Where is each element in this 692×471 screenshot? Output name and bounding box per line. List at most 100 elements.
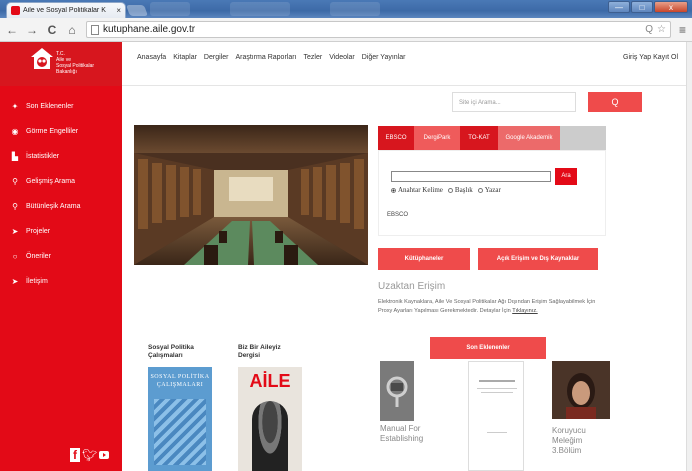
back-button[interactable]: ← (6, 23, 18, 37)
sidebar-item-label: Bütünleşik Arama (26, 203, 81, 210)
reload-button[interactable]: C (46, 23, 58, 37)
sidebar-item-label: İstatistikler (26, 153, 60, 160)
sidebar-item-gorme-engelliler[interactable]: ◉ Görme Engelliler (0, 119, 122, 144)
site-search-button[interactable]: Q (588, 92, 642, 112)
sidebar-item-gelismis-arama[interactable]: ⚲ Gelişmiş Arama (0, 169, 122, 194)
tab-ebsco[interactable]: EBSCO (378, 126, 414, 150)
favicon-icon (11, 6, 20, 15)
radio-label: Yazar (484, 186, 501, 194)
remote-access-body: Elektronik Kaynaklara, Aile Ve Sosyal Po… (378, 299, 596, 314)
search-icon: ⚲ (12, 202, 18, 211)
sidebar-item-iletisim[interactable]: ➤ İletişim (0, 269, 122, 294)
sidebar-item-oneriler[interactable]: ○ Öneriler (0, 244, 122, 269)
search-type-radios: Anahtar Kelime Başlık Yazar (391, 186, 501, 194)
nav-videolar[interactable]: Videolar (329, 54, 355, 61)
forward-button[interactable]: → (26, 23, 38, 37)
radio-yazar[interactable]: Yazar (477, 186, 501, 194)
login-register-link[interactable]: Giriş Yap Kayıt Ol (623, 54, 678, 61)
libraries-button[interactable]: Kütüphaneler (378, 248, 470, 270)
recent-item-cover[interactable] (468, 361, 524, 471)
publication-title[interactable]: Biz Bir Aileyiz Dergisi (238, 344, 298, 360)
publication-title[interactable]: Sosyal Politika Çalışmaları (148, 344, 218, 360)
ebsco-search-button[interactable]: Ara (555, 168, 577, 185)
recent-item-cover[interactable] (380, 361, 414, 421)
star-icon: ✦ (11, 102, 19, 111)
radio-baslik[interactable]: Başlık (447, 186, 473, 194)
maximize-button[interactable]: □ (631, 1, 653, 13)
radio-anahtar-kelime[interactable]: Anahtar Kelime (391, 186, 443, 194)
ebsco-search-panel: Ara Anahtar Kelime Başlık Yazar EBSCO (378, 150, 606, 236)
site-search-input[interactable]: Site içi Arama... (452, 92, 576, 112)
open-access-button[interactable]: Açık Erişim ve Dış Kaynaklar (478, 248, 598, 270)
publication-cover[interactable]: SOSYAL POLİTİKA ÇALIŞMALARI (148, 367, 212, 471)
cover-art (154, 399, 206, 465)
nav-diger-yayinlar[interactable]: Diğer Yayınlar (362, 54, 406, 61)
nav-tezler[interactable]: Tezler (304, 54, 323, 61)
tab-google-akademik[interactable]: Google Akademik (498, 126, 560, 150)
zoom-icon[interactable]: Q (645, 24, 653, 35)
top-navigation: Anasayfa Kitaplar Dergiler Araştırma Rap… (137, 54, 405, 61)
tab-close-icon[interactable]: × (116, 6, 121, 15)
twitter-icon[interactable]: 🐦︎ (82, 448, 97, 462)
new-tab-button[interactable] (125, 5, 149, 16)
remote-access-link[interactable]: Tıklayınız. (512, 308, 538, 314)
tab-to-kat[interactable]: TO-KAT (460, 126, 498, 150)
publication-cover[interactable]: AİLE (238, 367, 302, 471)
tab-title: Aile ve Sosyal Politikalar K (23, 7, 106, 14)
sidebar: ✦ Son Eklenenler ◉ Görme Engelliler ▙ İstat… (0, 86, 122, 471)
speech-bubble-icon: ○ (12, 252, 18, 261)
background-blur (330, 2, 380, 16)
recent-item-cover[interactable] (552, 361, 610, 419)
url-text[interactable]: kutuphane.aile.gov.tr (103, 24, 641, 35)
window-controls: — □ x (608, 1, 688, 13)
recent-item-caption[interactable]: Koruyucu Meleğim 3.Bölüm (552, 426, 612, 456)
facebook-icon[interactable]: f (70, 448, 80, 462)
document-line (477, 388, 517, 389)
logo[interactable]: T.C. Aile ve Sosyal Politikalar Bakanlığ… (0, 42, 122, 86)
library-hall-image (134, 125, 368, 265)
vertical-scrollbar[interactable] (686, 42, 692, 471)
sidebar-item-label: Öneriler (26, 253, 51, 260)
document-line (481, 392, 513, 393)
bookmark-star-icon[interactable]: ☆ (657, 24, 666, 35)
radio-label: Anahtar Kelime (398, 186, 443, 194)
browser-menu-icon[interactable]: ≡ (679, 23, 686, 37)
sidebar-item-label: Gelişmiş Arama (26, 178, 76, 185)
sidebar-item-label: İletişim (26, 278, 48, 285)
recent-additions-button[interactable]: Son Eklenenler (430, 337, 546, 359)
logo-text: T.C. Aile ve Sosyal Politikalar Bakanlığ… (56, 51, 94, 75)
sidebar-item-istatistikler[interactable]: ▙ İstatistikler (0, 144, 122, 169)
sidebar-item-projeler[interactable]: ➤ Projeler (0, 219, 122, 244)
minimize-button[interactable]: — (608, 1, 630, 13)
page-icon (91, 24, 99, 35)
social-links: f 🐦︎ (70, 448, 110, 462)
sidebar-item-label: Son Eklenenler (26, 103, 74, 110)
document-line (479, 380, 515, 382)
youtube-icon[interactable] (99, 451, 110, 459)
ministry-logo-icon (31, 48, 53, 69)
background-blur (150, 2, 190, 16)
ebsco-search-input[interactable] (391, 171, 551, 182)
sidebar-item-butunlesik-arama[interactable]: ⚲ Bütünleşik Arama (0, 194, 122, 219)
send-icon: ➤ (11, 277, 19, 286)
sidebar-item-son-eklenenler[interactable]: ✦ Son Eklenenler (0, 94, 122, 119)
address-bar-row: ← → C ⌂ kutuphane.aile.gov.tr Q ☆ ≡ (0, 18, 692, 42)
cover-title: AİLE (249, 371, 291, 391)
home-button[interactable]: ⌂ (66, 23, 78, 37)
close-window-button[interactable]: x (654, 1, 688, 13)
nav-anasayfa[interactable]: Anasayfa (137, 54, 166, 61)
nav-kitaplar[interactable]: Kitaplar (173, 54, 197, 61)
nav-dergiler[interactable]: Dergiler (204, 54, 229, 61)
tab-dergipark[interactable]: DergiPark (414, 126, 460, 150)
logo-line: Bakanlığı (56, 69, 77, 75)
url-field[interactable]: kutuphane.aile.gov.tr Q ☆ (86, 21, 671, 38)
eye-icon: ◉ (11, 127, 19, 136)
browser-tab[interactable]: Aile ve Sosyal Politikalar K × (6, 2, 126, 18)
recent-item-caption[interactable]: Manual For Establishing (380, 424, 440, 444)
nav-arastirma-raporlari[interactable]: Araştırma Raporları (235, 54, 296, 61)
remote-access-title: Uzaktan Erişim (378, 281, 446, 292)
title-bar: Aile ve Sosyal Politikalar K × — □ x (0, 0, 692, 18)
radio-icon (477, 187, 483, 193)
browser-window: Aile ve Sosyal Politikalar K × — □ x ← →… (0, 0, 692, 471)
chart-icon: ▙ (11, 152, 19, 161)
